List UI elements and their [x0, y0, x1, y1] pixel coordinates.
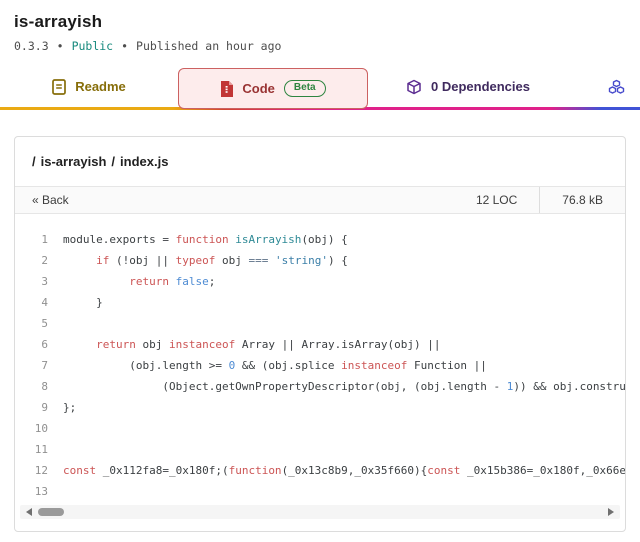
code-line: 4 } [15, 292, 625, 313]
code-token: ; [209, 275, 216, 288]
scroll-right-arrow[interactable] [608, 508, 614, 516]
code-token: (_0x13c8b9,_0x35f660){ [282, 464, 428, 477]
line-number: 6 [15, 334, 63, 355]
meta-separator: • [57, 39, 64, 53]
code-token: const [63, 464, 96, 477]
code-line: 5 [15, 313, 625, 334]
code-token: )) && obj.constructor.name !== [513, 380, 625, 393]
line-number: 13 [15, 481, 63, 502]
readme-doc-icon [52, 79, 66, 95]
tab-dependencies-label: 0 Dependencies [431, 79, 530, 94]
horizontal-scrollbar[interactable] [20, 505, 620, 519]
tab-dependents[interactable] [608, 66, 640, 107]
breadcrumb-file: index.js [120, 154, 168, 169]
code-token [169, 275, 176, 288]
code-line: 1module.exports = function isArrayish(ob… [15, 229, 625, 250]
tab-dependencies[interactable]: 0 Dependencies [368, 66, 568, 107]
code-token [63, 275, 129, 288]
code-token: } [63, 296, 103, 309]
code-viewer: 1module.exports = function isArrayish(ob… [15, 214, 625, 503]
code-token: _0x15b386=_0x180f,_0x66ea25=_0x13c8b9(); [460, 464, 625, 477]
code-token: typeof [176, 254, 216, 267]
code-token: obj [136, 338, 169, 351]
code-token: === [248, 254, 268, 267]
code-line: 13 [15, 481, 625, 502]
line-number: 3 [15, 271, 63, 292]
code-token: isArrayish [235, 233, 301, 246]
filesize-stat: 76.8 kB [540, 187, 625, 213]
code-line: 11 [15, 439, 625, 460]
code-token: (Object.getOwnPropertyDescriptor(obj, (o… [63, 380, 507, 393]
package-meta: 0.3.3 • Public • Published an hour ago [14, 39, 626, 53]
file-toolbar: « Back 12 LOC 76.8 kB [15, 187, 625, 214]
code-token: Array || Array.isArray(obj) || [235, 338, 440, 351]
code-token: (!obj || [109, 254, 175, 267]
line-number: 5 [15, 313, 63, 334]
code-token [268, 254, 275, 267]
code-token: if [96, 254, 109, 267]
code-token: instanceof [169, 338, 235, 351]
code-token: Function || [407, 359, 486, 372]
code-token: return [96, 338, 136, 351]
page-title: is-arrayish [14, 12, 626, 32]
published-time: Published an hour ago [136, 39, 281, 53]
line-number: 9 [15, 397, 63, 418]
package-header: is-arrayish 0.3.3 • Public • Published a… [0, 0, 640, 53]
code-token: ) { [328, 254, 348, 267]
code-token: return [129, 275, 169, 288]
line-number: 10 [15, 418, 63, 439]
code-token: function [176, 233, 236, 246]
code-token: instanceof [341, 359, 407, 372]
line-number: 1 [15, 229, 63, 250]
code-token: && (obj.splice [235, 359, 341, 372]
line-number: 11 [15, 439, 63, 460]
dependents-cubes-icon [608, 79, 625, 95]
code-token: (obj) { [301, 233, 347, 246]
code-token [63, 338, 96, 351]
code-line: 10 [15, 418, 625, 439]
meta-separator: • [121, 39, 128, 53]
line-number: 4 [15, 292, 63, 313]
file-viewer-card: / is-arrayish / index.js « Back 12 LOC 7… [14, 136, 626, 532]
tab-code[interactable]: Code Beta [178, 68, 368, 109]
code-token: module.exports = [63, 233, 176, 246]
scroll-left-arrow[interactable] [26, 508, 32, 516]
scrollbar-thumb[interactable] [38, 508, 64, 516]
tab-readme[interactable]: Readme [0, 66, 178, 107]
code-token: }; [63, 401, 76, 414]
beta-badge: Beta [284, 80, 326, 98]
line-number: 2 [15, 250, 63, 271]
code-token [63, 254, 96, 267]
tab-bar: Readme Code Beta 0 Dependencies [0, 66, 640, 110]
line-number: 8 [15, 376, 63, 397]
code-token: 'string' [275, 254, 328, 267]
code-line: 8 (Object.getOwnPropertyDescriptor(obj, … [15, 376, 625, 397]
code-token: (obj.length >= [63, 359, 229, 372]
code-line: 9}; [15, 397, 625, 418]
tab-readme-label: Readme [75, 79, 126, 94]
code-token: _0x112fa8=_0x180f;( [96, 464, 228, 477]
code-token: obj [215, 254, 248, 267]
code-token: function [229, 464, 282, 477]
loc-stat: 12 LOC [454, 187, 539, 213]
code-line: 6 return obj instanceof Array || Array.i… [15, 334, 625, 355]
back-button[interactable]: « Back [32, 193, 69, 207]
code-file-icon [220, 81, 233, 97]
code-line: 7 (obj.length >= 0 && (obj.splice instan… [15, 355, 625, 376]
breadcrumb-slash: / [111, 154, 115, 169]
code-line: 3 return false; [15, 271, 625, 292]
visibility-badge: Public [72, 39, 114, 53]
code-line: 12const _0x112fa8=_0x180f;(function(_0x1… [15, 460, 625, 481]
line-number: 7 [15, 355, 63, 376]
line-number: 12 [15, 460, 63, 481]
breadcrumb-package[interactable]: is-arrayish [41, 154, 107, 169]
breadcrumb: / is-arrayish / index.js [15, 137, 625, 187]
code-line: 2 if (!obj || typeof obj === 'string') { [15, 250, 625, 271]
breadcrumb-slash: / [32, 154, 36, 169]
code-token: false [176, 275, 209, 288]
dependencies-cube-icon [406, 79, 422, 95]
package-version: 0.3.3 [14, 39, 49, 53]
tab-code-label: Code [242, 81, 275, 96]
code-token: const [427, 464, 460, 477]
